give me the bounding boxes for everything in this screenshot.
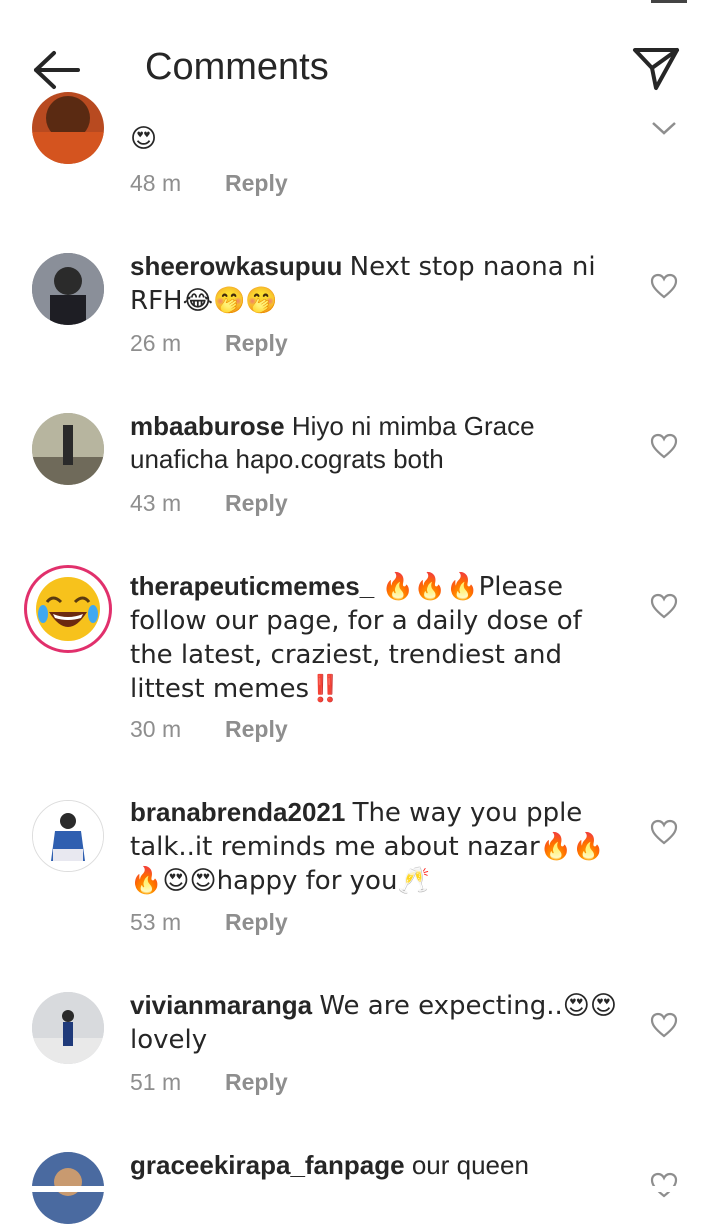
chevron-down-icon[interactable] bbox=[650, 120, 678, 136]
comment-time: 43 m bbox=[130, 490, 182, 516]
comment-meta: 48 m Reply bbox=[130, 170, 288, 197]
comment-time: 53 m bbox=[130, 909, 182, 935]
comment-text: mbaaburose Hiyo ni mimba Grace unaficha … bbox=[130, 410, 620, 476]
avatar-with-story[interactable] bbox=[24, 565, 112, 653]
avatar[interactable] bbox=[32, 992, 104, 1064]
avatar[interactable] bbox=[32, 253, 104, 325]
comment-meta: 30 m Reply bbox=[130, 716, 288, 743]
heart-outline-icon[interactable] bbox=[650, 433, 678, 459]
reply-button[interactable]: Reply bbox=[225, 330, 288, 356]
comment-meta: 53 m Reply bbox=[130, 909, 288, 936]
comment-username[interactable]: branabrenda2021 bbox=[130, 797, 345, 827]
reply-button[interactable]: Reply bbox=[225, 1069, 288, 1095]
comment-text: branabrenda2021 The way you pple talk..i… bbox=[130, 796, 620, 898]
comment-body: 😍 bbox=[130, 124, 158, 154]
avatar[interactable] bbox=[32, 92, 104, 164]
avatar[interactable] bbox=[32, 800, 104, 872]
comment-username[interactable]: mbaaburose bbox=[130, 411, 285, 441]
comment-time: 51 m bbox=[130, 1069, 182, 1095]
heart-outline-icon[interactable] bbox=[650, 1012, 678, 1038]
reply-button[interactable]: Reply bbox=[225, 716, 288, 742]
comment-list: 😍 48 m Reply sheerowkasupuu Next stop nao… bbox=[0, 0, 719, 1224]
heart-outline-icon[interactable] bbox=[650, 273, 678, 299]
heart-outline-icon[interactable] bbox=[650, 593, 678, 619]
heart-outline-icon[interactable] bbox=[650, 819, 678, 845]
comment-text: graceekirapa_fanpage our queen bbox=[130, 1149, 620, 1182]
comment-body: our queen bbox=[411, 1150, 529, 1180]
comment-meta: 26 m Reply bbox=[130, 330, 288, 357]
comment-username[interactable]: graceekirapa_fanpage bbox=[130, 1150, 405, 1180]
comment-username[interactable]: therapeuticmemes_ bbox=[130, 571, 374, 601]
bottom-edge bbox=[0, 1186, 719, 1192]
avatar[interactable] bbox=[32, 413, 104, 485]
comment-meta: 43 m Reply bbox=[130, 490, 288, 517]
comment-meta: 51 m Reply bbox=[130, 1069, 288, 1096]
comment-text: vivianmaranga We are expecting..😍😍 lovel… bbox=[130, 989, 620, 1057]
reply-button[interactable]: Reply bbox=[225, 490, 288, 516]
comment-text: therapeuticmemes_ 🔥🔥🔥Please follow our p… bbox=[130, 570, 620, 706]
comment-time: 30 m bbox=[130, 716, 182, 742]
comment-username[interactable]: vivianmaranga bbox=[130, 990, 312, 1020]
comment-username[interactable]: sheerowkasupuu bbox=[130, 251, 342, 281]
reply-button[interactable]: Reply bbox=[225, 909, 288, 935]
comment-text: sheerowkasupuu Next stop naona ni RFH😂🤭🤭 bbox=[130, 250, 620, 318]
comment-text: 😍 bbox=[130, 122, 620, 156]
reply-button[interactable]: Reply bbox=[225, 170, 288, 196]
comment-time: 26 m bbox=[130, 330, 182, 356]
laughing-emoji-avatar bbox=[31, 572, 105, 646]
heart-outline-icon[interactable] bbox=[650, 1172, 678, 1198]
comment-time: 48 m bbox=[130, 170, 182, 196]
